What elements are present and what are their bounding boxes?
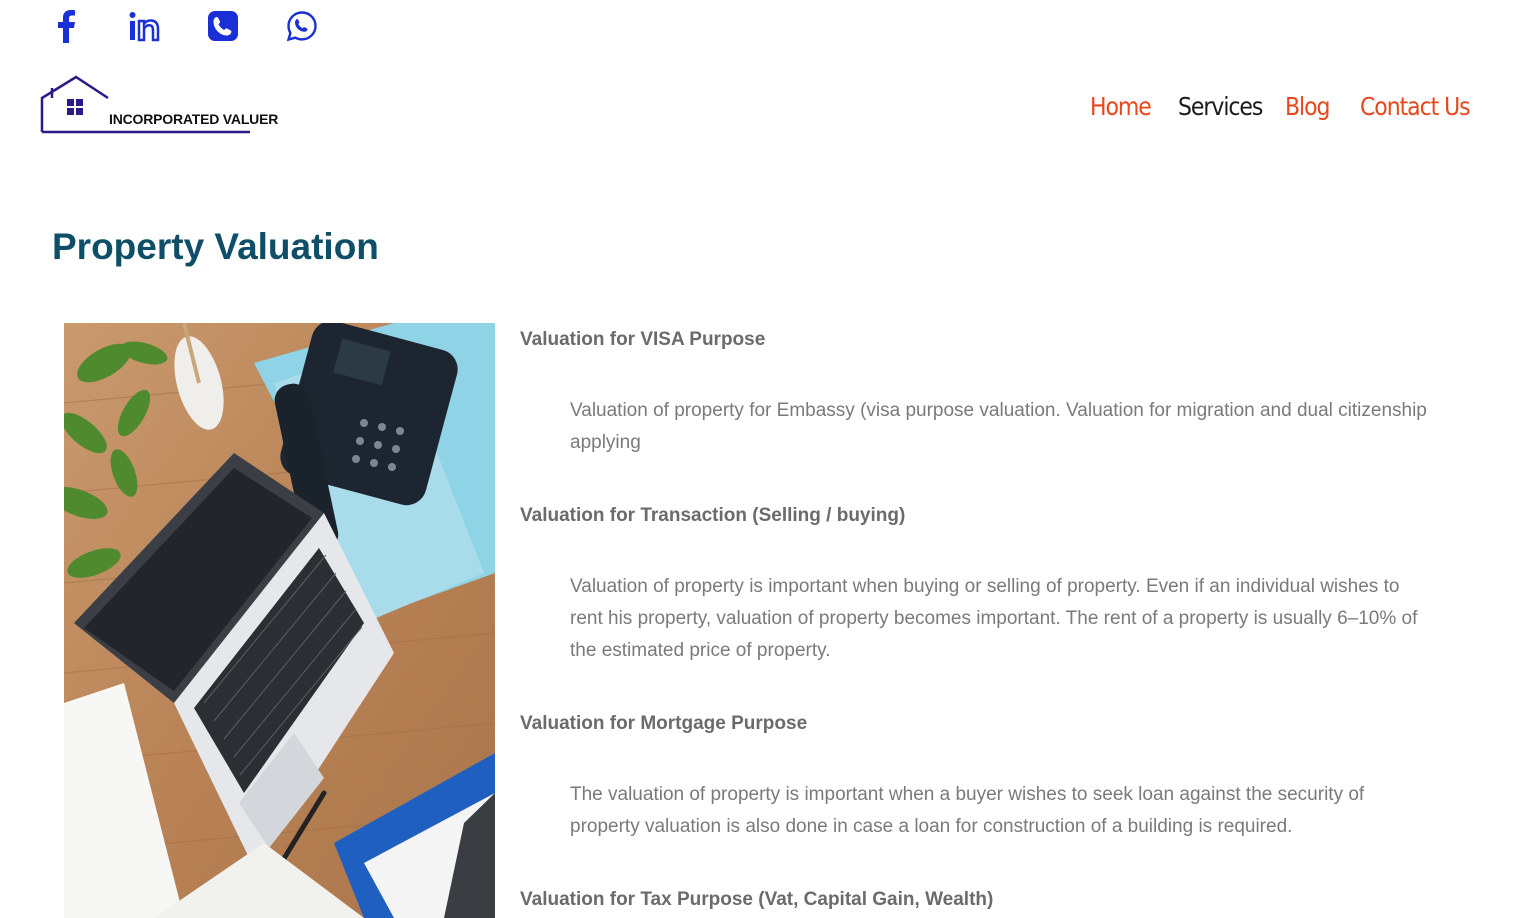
house-icon [40, 75, 250, 134]
nav-services[interactable]: Services [1178, 92, 1263, 121]
logo[interactable]: INCORPORATED VALUER [40, 74, 290, 138]
section-body: Valuation of property is important when … [570, 576, 1418, 661]
nav-home[interactable]: Home [1090, 92, 1152, 121]
section-body: Valuation of property for Embassy (visa … [570, 400, 1427, 453]
nav-blog[interactable]: Blog [1285, 92, 1330, 121]
section-body: The valuation of property is important w… [570, 784, 1365, 837]
linkedin-icon[interactable] [124, 6, 164, 46]
whatsapp-icon[interactable] [282, 6, 322, 46]
social-bar [0, 0, 1519, 52]
section-heading: Valuation for Transaction (Selling / buy… [520, 505, 906, 526]
page-title: Property Valuation [52, 226, 379, 267]
facebook-icon[interactable] [46, 6, 86, 46]
phone-icon[interactable] [203, 6, 243, 46]
section-heading: Valuation for Mortgage Purpose [520, 713, 808, 734]
nav-contact-us[interactable]: Contact Us [1360, 92, 1471, 121]
office-desk-image [64, 323, 495, 918]
logo-text: INCORPORATED VALUER [109, 111, 279, 127]
section-heading: Valuation for VISA Purpose [520, 329, 766, 350]
section-heading: Valuation for Tax Purpose (Vat, Capital … [520, 889, 994, 910]
